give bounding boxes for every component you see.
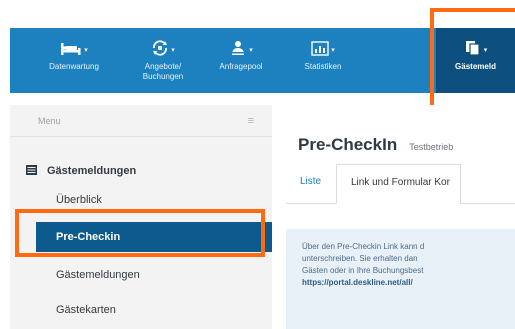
nav-statistiken[interactable]: ▾ Statistiken <box>286 28 360 93</box>
sidebar-section-gaestemeldungen: Gästemeldungen <box>26 162 136 180</box>
section-title: Gästemeldungen <box>47 165 137 177</box>
cycle-icon: ▾ <box>151 40 175 56</box>
tab-liste[interactable]: Liste <box>300 176 321 187</box>
nav-label: Statistiken <box>304 62 342 71</box>
highlight-frame-sidebar <box>15 209 265 257</box>
menu-label: Menu <box>38 115 61 126</box>
sidebar-item-gaestekarten[interactable]: Gästekarten <box>10 295 272 325</box>
page-title-row: Pre-CheckIn Testbetrieb <box>298 135 453 155</box>
nav-label: Anfragepool <box>219 62 263 71</box>
nav-label: Angebote/ Buchungen <box>142 62 184 81</box>
sidebar-item-gaestemeldungen[interactable]: Gästemeldungen <box>10 260 272 290</box>
tab-link-und-formular[interactable]: Link und Formular Kor <box>336 164 461 204</box>
info-link[interactable]: https://portal.deskline.net/all/ <box>302 277 515 289</box>
top-navigation: ▾ Datenwartung ▾ Angebote/ Buchungen ▾ A… <box>0 0 515 118</box>
chevron-down-icon: ▾ <box>171 47 175 54</box>
nav-datenwartung[interactable]: ▾ Datenwartung <box>34 28 114 93</box>
info-text-line: Über den Pre-Checkin Link kann d <box>302 242 425 251</box>
info-text-line: unterschreiben. Sie erhalten dan <box>302 254 418 263</box>
nav-anfragepool[interactable]: ▾ Anfragepool <box>204 28 278 93</box>
users-icon: ▾ <box>229 40 253 56</box>
highlight-frame-nav <box>430 8 515 118</box>
chevron-down-icon: ▾ <box>331 47 335 54</box>
chevron-down-icon: ▾ <box>84 47 88 54</box>
nav-angebote-buchungen[interactable]: ▾ Angebote/ Buchungen <box>128 28 198 93</box>
info-box: Über den Pre-Checkin Link kann d untersc… <box>286 229 515 329</box>
list-icon <box>26 162 37 180</box>
chart-icon: ▾ <box>311 40 335 56</box>
chevron-down-icon: ▾ <box>249 47 253 54</box>
nav-label: Datenwartung <box>49 62 99 71</box>
hamburger-icon[interactable]: ≡ <box>248 115 254 127</box>
status-badge: Testbetrieb <box>409 142 454 152</box>
tab-bar: Liste Link und Formular Kor <box>286 164 515 204</box>
main-content: Pre-CheckIn Testbetrieb Liste Link und F… <box>272 105 515 329</box>
bed-icon: ▾ <box>60 40 88 56</box>
info-text-line: Gästen oder in Ihre Buchungsbest <box>302 266 424 275</box>
menu-header: Menu ≡ <box>10 105 272 137</box>
page-title: Pre-CheckIn <box>298 135 398 154</box>
